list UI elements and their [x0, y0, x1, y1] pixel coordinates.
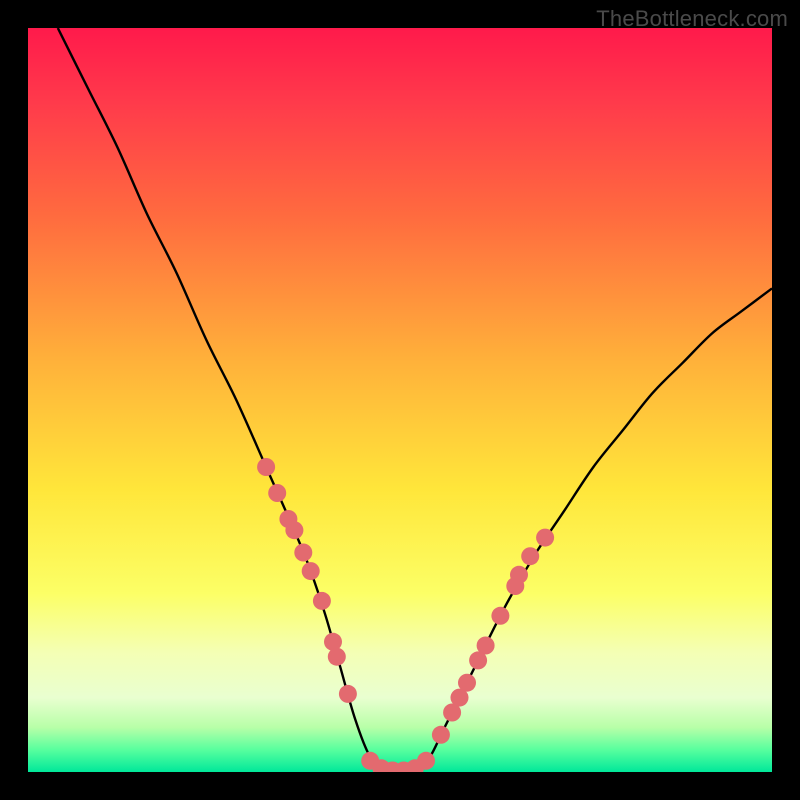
data-marker: [285, 521, 303, 539]
data-markers: [257, 458, 554, 772]
chart-svg: [28, 28, 772, 772]
data-marker: [328, 648, 346, 666]
data-marker: [294, 544, 312, 562]
watermark-text: TheBottleneck.com: [596, 6, 788, 32]
bottleneck-curve: [58, 28, 772, 772]
data-marker: [536, 529, 554, 547]
data-marker: [302, 562, 320, 580]
data-marker: [257, 458, 275, 476]
chart-frame: TheBottleneck.com: [0, 0, 800, 800]
data-marker: [510, 566, 528, 584]
data-marker: [477, 637, 495, 655]
data-marker: [417, 752, 435, 770]
data-marker: [432, 726, 450, 744]
chart-plot-area: [28, 28, 772, 772]
data-marker: [458, 674, 476, 692]
data-marker: [339, 685, 357, 703]
curve-layer: [58, 28, 772, 772]
data-marker: [313, 592, 331, 610]
data-marker: [491, 607, 509, 625]
data-marker: [521, 547, 539, 565]
data-marker: [268, 484, 286, 502]
